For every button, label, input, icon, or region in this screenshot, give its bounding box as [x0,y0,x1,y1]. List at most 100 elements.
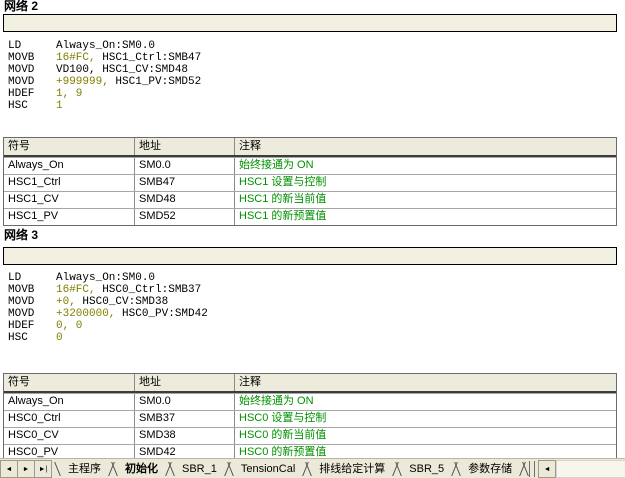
symbol-table-header-row: 符号地址注释 [4,138,616,157]
stl-operand: HSC1_PV:SMD52 [109,76,201,88]
stl-literal-operand: +3200000, [56,308,115,320]
tab-divider [109,460,117,478]
stl-operand: HSC0_PV:SMD42 [115,308,207,320]
table-row[interactable]: HSC0_CtrlSMB37HSC0 设置与控制 [4,410,616,427]
stl-opcode: HSC [8,100,56,112]
stl-literal-operand: 1 [56,100,63,112]
network-2-title: 网络 2 [4,0,38,12]
stl-opcode: HDEF [8,320,56,332]
stl-opcode: LD [8,40,56,52]
hscrollbar-track[interactable] [556,460,625,478]
pou-tab-bar: ◄►►|主程序初始化SBR_1TensionCal排线给定计算SBR_5参数存储… [0,458,625,478]
stl-literal-operand: +0, [56,296,76,308]
address-cell: SMD52 [134,209,234,225]
symbol-cell: HSC0_Ctrl [4,411,134,427]
stl-line: HDEF0, 0 [8,320,208,332]
stl-operand: VD100, HSC1_CV:SMD48 [56,64,188,76]
stl-opcode: MOVB [8,284,56,296]
table-row[interactable]: HSC1_CVSMD48HSC1 的新当前值 [4,191,616,208]
symbol-cell: HSC0_CV [4,428,134,444]
address-cell: SM0.0 [134,158,234,174]
network-3-comment-box[interactable] [3,247,617,265]
stl-line: MOVDVD100, HSC1_CV:SMD48 [8,64,201,76]
stl-literal-operand: 0 [56,332,63,344]
stl-line: HSC0 [8,332,208,344]
stl-operand: Always_On:SM0.0 [56,40,155,52]
tab-scroll-last-button[interactable]: ►| [35,460,52,478]
tab-scroll-left-button[interactable]: ◄ [0,460,18,478]
stl-opcode: HSC [8,332,56,344]
network-3-symbol-table: 符号地址注释Always_OnSM0.0始终接通为 ONHSC0_CtrlSMB… [3,373,617,462]
network-2-comment-box[interactable] [3,14,617,32]
stl-editor-view: 网络 2 LDAlways_On:SM0.0MOVB16#FC, HSC1_Ct… [0,0,625,478]
column-header: 符号 [4,374,134,391]
network-2-symbol-table: 符号地址注释Always_OnSM0.0始终接通为 ONHSC1_CtrlSMB… [3,137,617,226]
address-cell: SMB47 [134,175,234,191]
tab-TensionCal[interactable]: TensionCal [233,460,303,478]
table-row[interactable]: Always_OnSM0.0始终接通为 ON [4,393,616,410]
tab-参数存储[interactable]: 参数存储 [460,460,520,478]
table-row[interactable]: HSC1_PVSMD52HSC1 的新预置值 [4,208,616,225]
comment-cell: 始终接通为 ON [234,394,616,410]
column-header: 地址 [134,138,234,155]
tab-排线给定计算[interactable]: 排线给定计算 [311,460,393,478]
tab-divider [303,460,311,478]
stl-line: HSC1 [8,100,201,112]
stl-line: MOVD+0, HSC0_CV:SMD38 [8,296,208,308]
table-row[interactable]: Always_OnSM0.0始终接通为 ON [4,157,616,174]
table-row[interactable]: HSC1_CtrlSMB47HSC1 设置与控制 [4,174,616,191]
symbol-cell: HSC1_Ctrl [4,175,134,191]
stl-line: LDAlways_On:SM0.0 [8,272,208,284]
stl-literal-operand: +999999, [56,76,109,88]
stl-operand: Always_On:SM0.0 [56,272,155,284]
address-cell: SMB37 [134,411,234,427]
stl-line: LDAlways_On:SM0.0 [8,40,201,52]
comment-cell: HSC0 的新当前值 [234,428,616,444]
comment-cell: HSC1 的新当前值 [234,192,616,208]
table-row[interactable]: HSC0_CVSMD38HSC0 的新当前值 [4,427,616,444]
stl-opcode: MOVD [8,64,56,76]
stl-opcode: HDEF [8,88,56,100]
stl-line: MOVB16#FC, HSC0_Ctrl:SMB37 [8,284,208,296]
stl-literal-operand: 0, 0 [56,320,82,332]
tab-SBR_1[interactable]: SBR_1 [174,460,225,478]
tab-divider [520,460,528,478]
symbol-cell: Always_On [4,394,134,410]
stl-line: HDEF1, 9 [8,88,201,100]
address-cell: SMD38 [134,428,234,444]
stl-operand: HSC0_Ctrl:SMB37 [96,284,202,296]
stl-opcode: MOVD [8,308,56,320]
address-cell: SMD48 [134,192,234,208]
network-2-stl-code[interactable]: LDAlways_On:SM0.0MOVB16#FC, HSC1_Ctrl:SM… [8,40,201,112]
stl-line: MOVD+999999, HSC1_PV:SMD52 [8,76,201,88]
tab-divider [393,460,401,478]
tab-divider [225,460,233,478]
tab-scrollbar-splitter[interactable] [529,461,535,477]
tab-初始化[interactable]: 初始化 [117,460,166,478]
stl-opcode: MOVB [8,52,56,64]
symbol-cell: HSC1_CV [4,192,134,208]
column-header: 符号 [4,138,134,155]
stl-line: MOVD+3200000, HSC0_PV:SMD42 [8,308,208,320]
column-header: 注释 [234,138,616,155]
stl-operand: HSC0_CV:SMD38 [76,296,168,308]
tab-scroll-right-button[interactable]: ► [18,460,35,478]
address-cell: SM0.0 [134,394,234,410]
column-header: 注释 [234,374,616,391]
comment-cell: 始终接通为 ON [234,158,616,174]
hscrollbar-left-button[interactable]: ◄ [538,460,556,478]
stl-line: MOVB16#FC, HSC1_Ctrl:SMB47 [8,52,201,64]
network-3-stl-code[interactable]: LDAlways_On:SM0.0MOVB16#FC, HSC0_Ctrl:SM… [8,272,208,344]
comment-cell: HSC1 设置与控制 [234,175,616,191]
comment-cell: HSC1 的新预置值 [234,209,616,225]
column-header: 地址 [134,374,234,391]
tab-divider [166,460,174,478]
stl-opcode: MOVD [8,76,56,88]
stl-literal-operand: 16#FC, [56,52,96,64]
stl-opcode: LD [8,272,56,284]
stl-opcode: MOVD [8,296,56,308]
stl-literal-operand: 16#FC, [56,284,96,296]
tab-主程序[interactable]: 主程序 [60,460,109,478]
symbol-cell: Always_On [4,158,134,174]
tab-SBR_5[interactable]: SBR_5 [401,460,452,478]
